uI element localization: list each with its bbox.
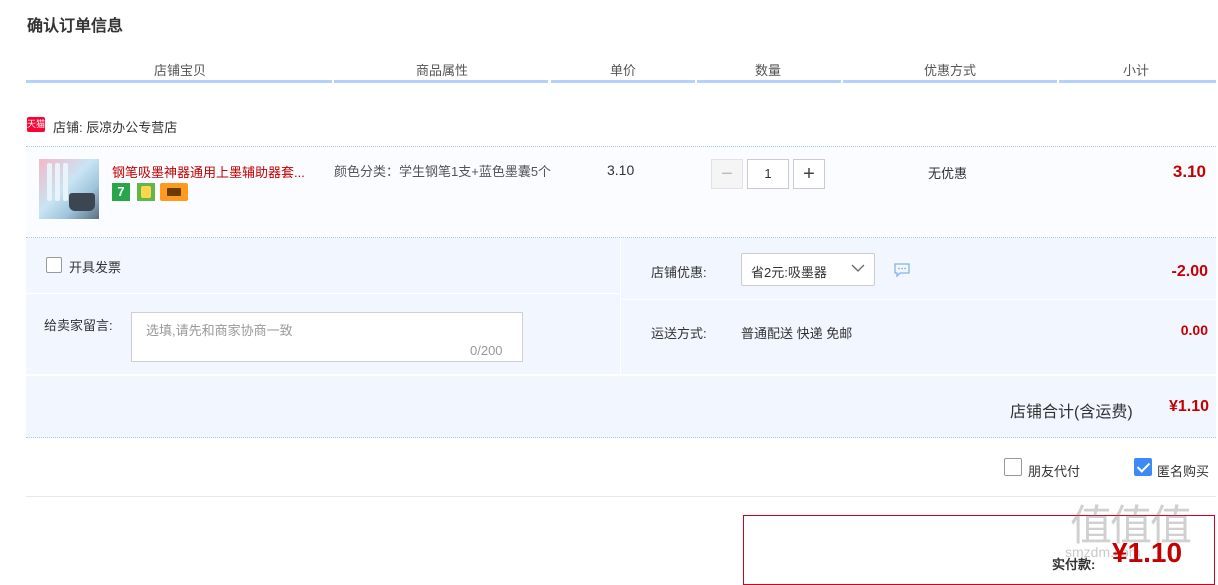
invoice-checkbox[interactable] [46,257,62,273]
tmall-icon: 天猫 [27,117,45,132]
actual-payment-amount: ¥1.10 [1112,537,1183,568]
header-underline [697,80,841,83]
panel-divider [621,299,1216,300]
shop-discount-selected-value[interactable]: 省2元:吸墨器 [751,262,827,281]
seller-message-placeholder: 选填,请先和商家协商一致 [146,323,293,338]
quantity-input[interactable]: 1 [747,159,789,189]
column-header-item: 店铺宝贝 [153,63,206,78]
item-title-link[interactable]: 钢笔吸墨神器通用上墨辅助器套... [112,162,327,181]
pen-shape [47,163,52,201]
ink-bottle-shape [69,193,95,211]
shop-discount-amount: -2.00 [1171,263,1208,280]
shop-options-panel [621,238,1216,374]
header-underline [334,80,548,83]
quantity-increase-button[interactable]: + [793,159,825,189]
item-subtotal: 3.10 [1172,162,1206,181]
item-thumbnail[interactable] [39,159,99,219]
section-divider [26,496,1216,497]
order-item-row [26,146,1216,238]
header-underline [26,80,332,83]
header-underline [551,80,695,83]
invoice-label[interactable]: 开具发票 [69,257,121,276]
pen-shape [55,163,60,201]
quantity-decrease-button[interactable]: − [711,159,743,189]
shipping-method: 普通配送 快递 免邮 [741,326,853,341]
shop-name-link[interactable]: 店铺: 辰凉办公专营店 [53,117,177,136]
message-label: 给卖家留言: [44,318,113,333]
item-discount: 无优惠 [928,166,968,181]
item-unit-price: 3.10 [607,162,635,178]
seven-day-return-icon[interactable]: 7 [112,183,130,201]
column-header-attribute: 商品属性 [415,63,468,78]
header-underline [843,80,1057,83]
anonymous-purchase-checkbox[interactable] [1134,458,1152,476]
pen-shape [63,163,68,201]
friend-pay-label[interactable]: 朋友代付 [1028,461,1080,480]
page-title: 确认订单信息 [27,18,124,35]
anonymous-purchase-label[interactable]: 匿名购买 [1157,461,1209,480]
column-header-discount: 优惠方式 [923,63,976,78]
shipping-amount: 0.00 [1180,322,1208,338]
chevron-down-icon[interactable] [850,260,866,276]
column-header-price: 单价 [609,63,636,78]
chat-bubble-icon[interactable] [893,262,911,278]
actual-payment-label: 实付款: [1052,557,1096,572]
message-char-counter: 0/200 [470,343,503,358]
credit-card-icon[interactable] [160,183,188,201]
item-attribute: 颜色分类：学生钢笔1支+蓝色墨囊5个 [334,164,552,179]
shop-total-label: 店铺合计(含运费) [1010,404,1133,421]
friend-pay-checkbox[interactable] [1004,458,1022,476]
header-underline [1059,80,1216,83]
column-header-quantity: 数量 [754,63,781,78]
shipping-label: 运送方式: [651,326,707,341]
column-header-subtotal: 小计 [1122,63,1149,78]
consumer-protection-icon[interactable] [137,183,155,201]
shop-discount-label: 店铺优惠: [651,265,707,280]
shop-total-amount: ¥1.10 [1168,398,1209,415]
